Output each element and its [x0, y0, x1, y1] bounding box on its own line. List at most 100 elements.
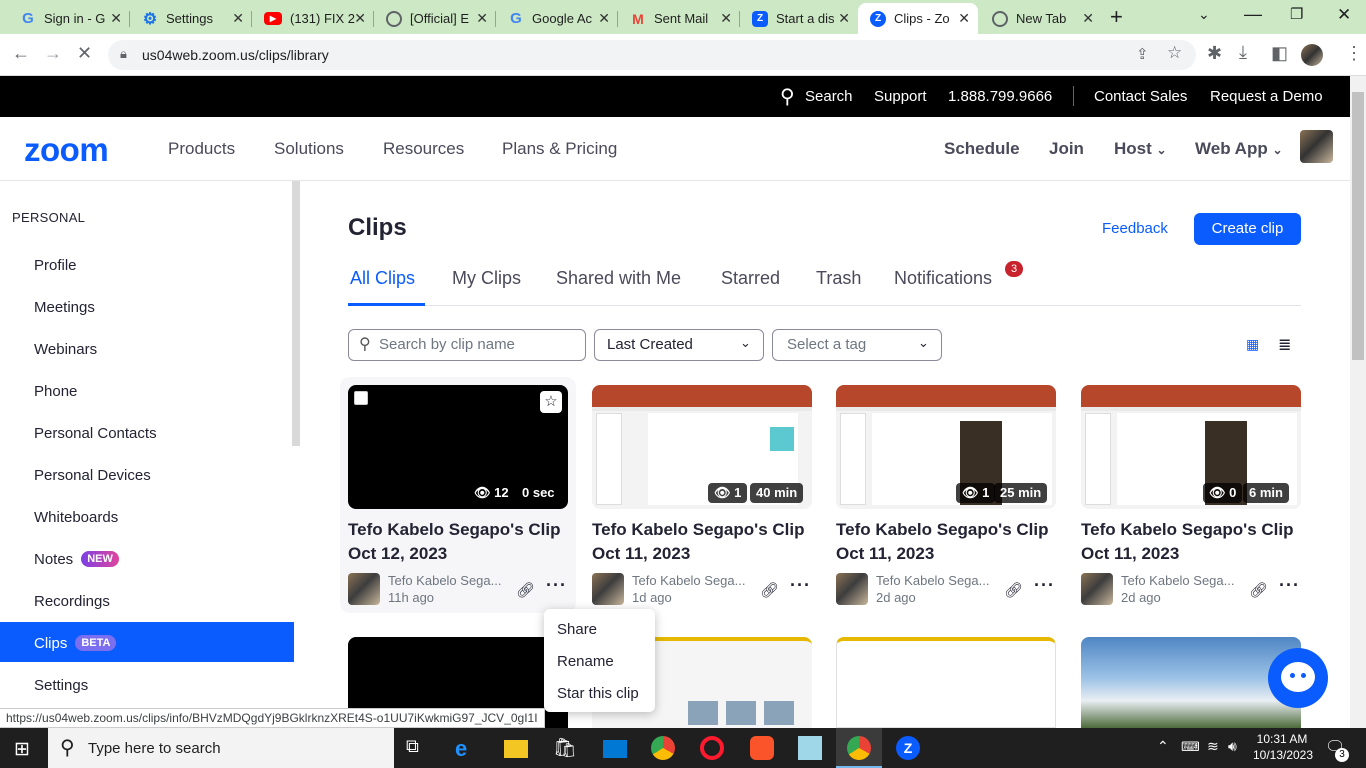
back-icon[interactable]: ← — [12, 43, 30, 64]
new-tab-icon[interactable]: + — [1110, 4, 1123, 30]
clip-thumbnail[interactable]: 👁︎ 1 25 min — [836, 385, 1056, 509]
sidebar-item-recordings[interactable]: Recordings — [34, 593, 110, 610]
browser-tab-active[interactable]: Z Clips - Zo ✕ — [858, 3, 978, 34]
nav-webapp[interactable]: Web App ⌄ — [1195, 139, 1283, 159]
mail-icon[interactable] — [603, 740, 627, 758]
sidebar-item-meetings[interactable]: Meetings — [34, 299, 95, 316]
clip-thumbnail[interactable]: 👁︎ 0 6 min — [1081, 385, 1301, 509]
tab-my-clips[interactable]: My Clips — [452, 268, 521, 289]
close-icon[interactable]: ✕ — [354, 10, 366, 27]
tag-select[interactable]: Select a tag ⌄ — [772, 329, 942, 361]
brave-icon[interactable] — [750, 736, 774, 760]
nav-solutions[interactable]: Solutions — [274, 139, 344, 159]
tab-notifications[interactable]: Notifications — [894, 268, 992, 289]
volume-icon[interactable]: 🔊︎ — [1228, 738, 1237, 755]
clip-title[interactable]: Tefo Kabelo Segapo's Clip Oct 11, 2023 — [836, 518, 1066, 566]
tab-search-icon[interactable]: ⌄ — [1198, 6, 1210, 23]
forward-icon[interactable]: → — [44, 43, 62, 64]
browser-tab[interactable]: [Official] E ✕ — [374, 3, 496, 34]
browser-tab[interactable]: Z Start a dis ✕ — [740, 3, 858, 34]
feedback-link[interactable]: Feedback — [1102, 220, 1168, 237]
clip-thumbnail[interactable] — [836, 637, 1056, 728]
input-method-icon[interactable]: ⌨︎ — [1181, 739, 1200, 755]
topbar-phone[interactable]: 1.888.799.9666 — [948, 88, 1052, 105]
app-icon[interactable] — [798, 736, 822, 760]
link-icon[interactable]: 🔗︎ — [1249, 581, 1268, 599]
browser-tab[interactable]: G Sign in - G ✕ — [8, 3, 130, 34]
nav-join[interactable]: Join — [1049, 139, 1084, 159]
sort-select[interactable]: Last Created ⌄ — [594, 329, 764, 361]
browser-tab[interactable]: M Sent Mail ✕ — [618, 3, 740, 34]
stop-icon[interactable]: ✕ — [77, 43, 92, 64]
close-icon[interactable]: ✕ — [958, 10, 970, 27]
user-avatar[interactable] — [1300, 130, 1333, 163]
sidebar-item-webinars[interactable]: Webinars — [34, 341, 97, 358]
nav-plans[interactable]: Plans & Pricing — [502, 139, 617, 159]
more-options-icon[interactable]: ··· — [1034, 575, 1055, 596]
menu-item-star[interactable]: Star this clip — [557, 685, 639, 702]
menu-item-share[interactable]: Share — [557, 621, 597, 638]
chrome-active-icon[interactable] — [847, 736, 871, 760]
close-icon[interactable]: ✕ — [720, 10, 732, 27]
topbar-search[interactable]: Search — [805, 88, 853, 105]
sidebar-item-whiteboards[interactable]: Whiteboards — [34, 509, 118, 526]
close-icon[interactable]: ✕ — [232, 10, 244, 27]
tab-all-clips[interactable]: All Clips — [350, 268, 415, 289]
zoom-logo[interactable]: zoom — [24, 131, 109, 169]
sidebar-item-personal-contacts[interactable]: Personal Contacts — [34, 425, 157, 442]
close-icon[interactable]: ✕ — [110, 10, 122, 27]
chat-button[interactable] — [1268, 648, 1328, 708]
sidebar-item-notes[interactable]: Notes NEW — [34, 551, 119, 568]
page-scrollbar-thumb[interactable] — [1352, 92, 1364, 360]
clip-search-input[interactable]: ⚲ Search by clip name — [348, 329, 586, 361]
restore-icon[interactable]: ❐ — [1290, 5, 1303, 23]
address-bar[interactable]: 🔒︎ us04web.zoom.us/clips/library ⇪ ☆ — [108, 40, 1196, 70]
file-explorer-icon[interactable] — [504, 740, 528, 758]
close-icon[interactable]: ✕ — [476, 10, 488, 27]
taskbar-search[interactable]: ⚲ Type here to search — [48, 728, 394, 768]
menu-item-rename[interactable]: Rename — [557, 653, 614, 670]
nav-resources[interactable]: Resources — [383, 139, 464, 159]
windows-start-icon[interactable]: ⊞ — [14, 738, 30, 761]
browser-tab[interactable]: ⚙ Settings ✕ — [130, 3, 252, 34]
zoom-taskbar-icon[interactable]: Z — [896, 736, 920, 760]
browser-tab[interactable]: New Tab ✕ — [980, 3, 1102, 34]
topbar-support[interactable]: Support — [874, 88, 927, 105]
topbar-request-demo[interactable]: Request a Demo — [1210, 88, 1323, 105]
close-icon[interactable]: ✕ — [598, 10, 610, 27]
sidebar-item-personal-devices[interactable]: Personal Devices — [34, 467, 151, 484]
sidebar-item-clips[interactable]: Clips BETA — [34, 635, 117, 652]
store-icon[interactable]: 🛍︎ — [553, 736, 577, 760]
chrome-taskbar-icon[interactable] — [651, 736, 675, 760]
window-close-icon[interactable]: ✕ — [1337, 5, 1351, 25]
sidebar-scrollbar[interactable] — [292, 181, 300, 446]
create-clip-button[interactable]: Create clip — [1194, 213, 1301, 245]
task-view-icon[interactable]: ⧉ — [406, 736, 430, 760]
edge-icon[interactable]: e — [455, 736, 479, 761]
opera-icon[interactable] — [700, 736, 724, 760]
list-view-icon[interactable]: ≣ — [1278, 335, 1291, 355]
nav-schedule[interactable]: Schedule — [944, 139, 1020, 159]
sidebar-item-phone[interactable]: Phone — [34, 383, 77, 400]
tab-trash[interactable]: Trash — [816, 268, 861, 289]
link-icon[interactable]: 🔗︎ — [760, 581, 779, 599]
clip-thumbnail[interactable]: 👁︎ 1 40 min — [592, 385, 812, 509]
profile-avatar[interactable] — [1301, 44, 1323, 66]
clip-thumbnail[interactable]: ☆ 👁︎ 12 0 sec — [348, 385, 568, 509]
wifi-icon[interactable]: ≋ — [1207, 738, 1219, 755]
clip-title[interactable]: Tefo Kabelo Segapo's Clip Oct 11, 2023 — [1081, 518, 1311, 566]
menu-icon[interactable]: ⋮ — [1345, 43, 1363, 64]
search-icon[interactable]: ⚲ — [780, 84, 795, 109]
chevron-up-icon[interactable]: ⌃ — [1157, 738, 1169, 755]
link-icon[interactable]: 🔗︎ — [1004, 581, 1023, 599]
grid-view-icon[interactable]: ▦ — [1246, 336, 1259, 353]
share-icon[interactable]: ⇪ — [1136, 45, 1149, 63]
clock-time[interactable]: 10:31 AM — [1256, 732, 1308, 746]
download-icon[interactable]: ⤓ — [1239, 42, 1247, 63]
topbar-contact-sales[interactable]: Contact Sales — [1094, 88, 1187, 105]
link-icon[interactable]: 🔗︎ — [516, 581, 535, 599]
more-options-icon[interactable]: ··· — [546, 575, 567, 596]
clip-title[interactable]: Tefo Kabelo Segapo's Clip Oct 12, 2023 — [348, 518, 578, 566]
tab-shared-with-me[interactable]: Shared with Me — [556, 268, 681, 289]
select-checkbox[interactable] — [354, 391, 368, 405]
